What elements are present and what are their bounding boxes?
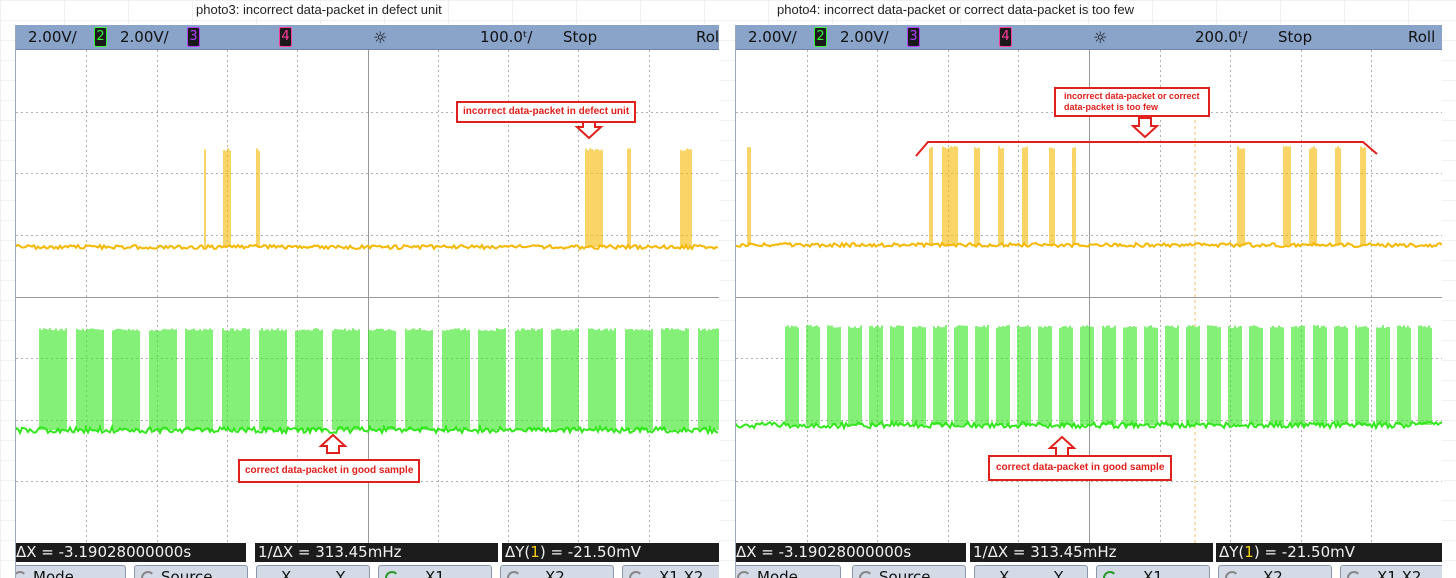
ch4-indicator[interactable]: 4 (999, 27, 1012, 47)
xy-softkey[interactable]: XY (256, 565, 370, 578)
down-arrow-icon (1133, 118, 1157, 137)
rotate-knob-icon (629, 571, 643, 578)
x1x2-softkey[interactable]: X1 X2 (622, 565, 719, 578)
ch1-scale[interactable]: 2.00V/ (28, 28, 77, 46)
bracket-line (916, 142, 1377, 156)
delta-x-readout: ΔX = -3.19028000000s (735, 543, 966, 562)
x2-softkey-label: X2 (1263, 568, 1283, 578)
softkey-row: Mode Source XY X1 X2 X1 X2 (736, 565, 1442, 578)
x-label: X (281, 566, 291, 578)
run-state[interactable]: Stop (563, 28, 597, 46)
delta-y-prefix: ΔY( (1219, 543, 1244, 561)
rotate-knob-icon (1225, 571, 1239, 578)
scope-status-bar: 2.00V/ 2 2.00V/ 3 4 ☼ 200.0ᵗ/ Stop Roll (736, 25, 1442, 50)
softkey-row: Mode Source XY X1 X2 X1 X2 (16, 565, 719, 578)
x1-softkey[interactable]: X1 (378, 565, 492, 578)
timebase[interactable]: 200.0ᵗ/ (1195, 28, 1247, 46)
inverse-delta-x-readout: 1/ΔX = 313.45mHz (970, 543, 1213, 562)
rotate-knob-icon (859, 571, 873, 578)
rotate-knob-icon (1347, 571, 1361, 578)
y-label: Y (336, 566, 345, 578)
ch1-scale[interactable]: 2.00V/ (748, 28, 797, 46)
trace-baseline (16, 245, 718, 249)
annotation-incorrect-packet: incorrect data-packet in defect unit (456, 101, 636, 123)
ch1-trace (16, 148, 718, 249)
rotate-knob-icon (141, 571, 155, 578)
annotation-bracket (916, 142, 1377, 156)
delta-y-readout: ΔY(1) = -21.50mV (502, 543, 719, 562)
trigger-icon[interactable]: ☼ (1093, 28, 1107, 47)
mode-softkey[interactable]: Mode (15, 565, 126, 578)
rotate-knob-icon (507, 571, 521, 578)
acquisition-mode[interactable]: Roll (1408, 28, 1435, 46)
delta-x-readout: ΔX = -3.19028000000s (15, 543, 246, 562)
waveform-display: incorrect data-packet or correct data-pac… (736, 50, 1442, 543)
source-softkey[interactable]: Source (852, 565, 966, 578)
ch3-indicator[interactable]: 3 (187, 27, 200, 47)
inverse-delta-x-readout: 1/ΔX = 313.45mHz (255, 543, 498, 562)
trigger-icon[interactable]: ☼ (373, 28, 387, 47)
x2-softkey-label: X2 (545, 568, 565, 578)
oscilloscope-screenshot-photo4: 2.00V/ 2 2.00V/ 3 4 ☼ 200.0ᵗ/ Stop Roll … (735, 25, 1442, 578)
delta-y-channel: 1 (530, 543, 540, 561)
x1x2-softkey-label: X1 X2 (659, 568, 703, 578)
rotate-knob-icon (385, 571, 399, 578)
measurement-bar: ΔX = -3.19028000000s 1/ΔX = 313.45mHz ΔY… (736, 543, 1442, 563)
annotation-line-2: data-packet is too few (1064, 102, 1200, 113)
y-label: Y (1054, 566, 1063, 578)
ch2-indicator[interactable]: 2 (94, 27, 107, 47)
annotation-correct-packet: correct data-packet in good sample (988, 455, 1172, 481)
ch2-trace (736, 325, 1442, 428)
rotate-knob-icon (1103, 571, 1117, 578)
ch3-indicator[interactable]: 3 (907, 27, 920, 47)
mode-softkey[interactable]: Mode (735, 565, 841, 578)
annotation-line-1: incorrect data-packet or correct (1064, 91, 1200, 102)
annotation-incorrect-or-few-packets: incorrect data-packet or correct data-pac… (1054, 87, 1210, 117)
x2-softkey[interactable]: X2 (500, 565, 614, 578)
rotate-knob-icon (737, 571, 751, 578)
x1-softkey[interactable]: X1 (1096, 565, 1210, 578)
source-softkey-label: Source (879, 568, 931, 578)
up-arrow-icon (321, 435, 345, 453)
delta-y-value: ) = -21.50mV (540, 543, 641, 561)
ch2-trace (16, 328, 719, 433)
run-state[interactable]: Stop (1278, 28, 1312, 46)
up-arrow-icon (1050, 437, 1074, 456)
measurement-bar: ΔX = -3.19028000000s 1/ΔX = 313.45mHz ΔY… (16, 543, 719, 563)
waveform-display: incorrect data-packet in defect unit cor… (16, 50, 719, 543)
ch4-indicator[interactable]: 4 (279, 27, 292, 47)
mode-softkey-label: Mode (33, 568, 74, 578)
rotate-knob-icon (15, 571, 27, 578)
xy-softkey[interactable]: XY (974, 565, 1088, 578)
delta-y-channel: 1 (1244, 543, 1254, 561)
ch2-scale[interactable]: 2.00V/ (120, 28, 169, 46)
oscilloscope-screenshot-photo3: 2.00V/ 2 2.00V/ 3 4 ☼ 100.0ᵗ/ Stop Roll … (15, 25, 719, 578)
photo3-caption: photo3: incorrect data-packet in defect … (196, 2, 442, 17)
delta-y-prefix: ΔY( (505, 543, 530, 561)
timebase[interactable]: 100.0ᵗ/ (480, 28, 532, 46)
photo4-caption: photo4: incorrect data-packet or correct… (777, 2, 1134, 17)
x2-softkey[interactable]: X2 (1218, 565, 1332, 578)
scope-status-bar: 2.00V/ 2 2.00V/ 3 4 ☼ 100.0ᵗ/ Stop Roll (16, 25, 719, 50)
ch2-scale[interactable]: 2.00V/ (840, 28, 889, 46)
x-label: X (999, 566, 1009, 578)
x1-softkey-label: X1 (1143, 568, 1163, 578)
mode-softkey-label: Mode (757, 568, 798, 578)
delta-y-readout: ΔY(1) = -21.50mV (1216, 543, 1442, 562)
acquisition-mode[interactable]: Roll (696, 28, 719, 46)
x1-softkey-label: X1 (425, 568, 445, 578)
ch2-indicator[interactable]: 2 (814, 27, 827, 47)
source-softkey[interactable]: Source (134, 565, 248, 578)
x1x2-softkey[interactable]: X1 X2 (1340, 565, 1442, 578)
annotation-correct-packet: correct data-packet in good sample (238, 459, 420, 483)
source-softkey-label: Source (161, 568, 213, 578)
delta-y-value: ) = -21.50mV (1254, 543, 1355, 561)
x1x2-softkey-label: X1 X2 (1377, 568, 1421, 578)
